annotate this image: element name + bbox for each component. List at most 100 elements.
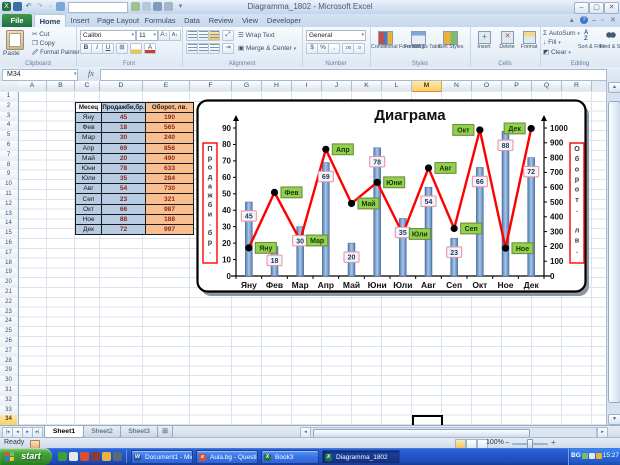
delete-button[interactable]: Delete bbox=[496, 44, 518, 50]
tab-insert[interactable]: Insert bbox=[66, 14, 94, 27]
conditional-formatting-button[interactable]: Conditional Formatting bbox=[371, 44, 403, 50]
scroll-up-icon[interactable]: ▲ bbox=[608, 82, 620, 93]
close-button[interactable]: ✕ bbox=[604, 2, 619, 14]
vertical-scrollbar[interactable]: ▲ ▼ bbox=[606, 81, 620, 425]
comma-icon[interactable]: , bbox=[328, 43, 340, 54]
task-button-diagramma[interactable]: XDiagramma_1802 bbox=[322, 450, 400, 464]
grid-body[interactable]: 1234567891011121314151617181920212223242… bbox=[0, 92, 606, 425]
tab-home[interactable]: Home bbox=[34, 14, 66, 28]
table-cell: 69 bbox=[102, 143, 146, 153]
merge-center-button[interactable]: ▣ Merge & Center ▾ bbox=[238, 44, 296, 52]
minimize-button[interactable]: – bbox=[574, 2, 589, 14]
column-header-E[interactable]: E bbox=[143, 81, 190, 91]
cut-button[interactable]: ✂ Cut bbox=[32, 30, 49, 38]
zoom-out-icon[interactable]: − bbox=[505, 439, 510, 447]
orientation-icon[interactable]: ⤢ bbox=[222, 30, 234, 41]
column-header-D[interactable]: D bbox=[100, 81, 143, 91]
tray-icon-3[interactable] bbox=[596, 453, 602, 459]
group-font: Calibri 11 A↑ A↓ B I U ⊞ A Font bbox=[76, 27, 183, 67]
task-button-browser[interactable]: eAula.bg - Question -... bbox=[196, 450, 258, 464]
column-header-G[interactable]: G bbox=[232, 81, 262, 91]
indent-icon[interactable]: ⇥ bbox=[222, 43, 234, 54]
column-header-L[interactable]: L bbox=[382, 81, 412, 91]
name-box-dropdown-icon[interactable]: ▾ bbox=[74, 71, 77, 77]
borders-icon[interactable]: ⊞ bbox=[116, 43, 128, 54]
formula-input[interactable] bbox=[100, 69, 607, 81]
tab-view[interactable]: View bbox=[238, 14, 262, 27]
paste-button[interactable]: Paste bbox=[3, 50, 20, 57]
column-header-O[interactable]: O bbox=[472, 81, 502, 91]
font-name-combo[interactable]: Calibri bbox=[80, 30, 136, 41]
insert-button[interactable]: Insert bbox=[473, 44, 495, 50]
sort-filter-button[interactable]: Sort & Filter bbox=[578, 44, 602, 50]
tab-review[interactable]: Review bbox=[206, 14, 236, 27]
chart[interactable]: Диаграма01020304050607080900100200300400… bbox=[196, 99, 592, 299]
column-header-M[interactable]: M bbox=[412, 81, 442, 92]
column-header-N[interactable]: N bbox=[442, 81, 472, 91]
find-select-button[interactable]: Find & Select bbox=[600, 44, 620, 50]
selected-cell[interactable] bbox=[412, 415, 443, 425]
column-header-I[interactable]: I bbox=[292, 81, 322, 91]
workbook-restore-icon[interactable]: ▫ bbox=[601, 16, 603, 25]
autosum-button[interactable]: Σ AutoSum ▾ bbox=[543, 30, 580, 37]
wrap-text-button[interactable]: ☰ Wrap Text bbox=[238, 31, 275, 39]
column-header-Q[interactable]: Q bbox=[532, 81, 562, 91]
font-color-icon[interactable]: A bbox=[144, 43, 156, 54]
maximize-button[interactable]: ▢ bbox=[589, 2, 604, 14]
shrink-font-icon[interactable]: A↓ bbox=[169, 30, 181, 41]
fill-color-icon[interactable] bbox=[130, 43, 142, 54]
quick-launch-icon-6[interactable] bbox=[113, 452, 122, 461]
workbook-close-icon[interactable]: ✕ bbox=[610, 16, 616, 25]
scroll-down-icon[interactable]: ▼ bbox=[608, 414, 620, 425]
column-header-F[interactable]: F bbox=[190, 81, 232, 91]
align-right-icon[interactable] bbox=[208, 43, 220, 54]
tray-icon-2[interactable] bbox=[589, 453, 595, 459]
quick-launch-icon-4[interactable] bbox=[91, 452, 100, 461]
tab-formulas[interactable]: Formulas bbox=[142, 14, 178, 27]
number-format-combo[interactable]: General bbox=[306, 30, 366, 41]
column-header-H[interactable]: H bbox=[262, 81, 292, 91]
sheet-tab-1[interactable]: Sheet1 bbox=[44, 426, 84, 438]
format-as-table-button[interactable]: Format as Table bbox=[404, 44, 434, 50]
group-cells: + Insert ✕ Delete Format Cells bbox=[470, 27, 541, 67]
quick-launch-icon-5[interactable] bbox=[102, 452, 111, 461]
column-header-J[interactable]: J bbox=[322, 81, 352, 91]
fill-button[interactable]: ↓ Fill ▾ bbox=[543, 39, 561, 46]
tab-data[interactable]: Data bbox=[180, 14, 204, 27]
workbook-minimize-icon[interactable]: – bbox=[592, 16, 596, 25]
select-all-corner[interactable] bbox=[0, 81, 19, 91]
column-header-K[interactable]: K bbox=[352, 81, 382, 91]
copy-button[interactable]: ❐ Copy bbox=[32, 39, 55, 47]
clear-button[interactable]: ◩ Clear ▾ bbox=[543, 48, 571, 56]
language-indicator[interactable]: BG bbox=[571, 452, 581, 459]
column-header-B[interactable]: B bbox=[47, 81, 75, 91]
vertical-scroll-thumb[interactable] bbox=[608, 101, 620, 403]
help-icon[interactable]: ? bbox=[580, 16, 588, 24]
minimize-ribbon-icon[interactable]: ▴ bbox=[570, 16, 574, 25]
column-header-A[interactable]: A bbox=[18, 81, 47, 91]
quick-launch-icon-2[interactable] bbox=[69, 452, 78, 461]
format-button[interactable]: Format bbox=[518, 44, 540, 50]
format-painter-button[interactable]: 🖉 Format Painter bbox=[32, 48, 80, 58]
cell-styles-button[interactable]: Cell Styles bbox=[436, 44, 466, 50]
column-header-C[interactable]: C bbox=[75, 81, 100, 91]
quick-launch-icon-3[interactable] bbox=[80, 452, 89, 461]
task-button-word[interactable]: WDocument1 - Microsof... bbox=[131, 450, 193, 464]
decrease-decimal-icon[interactable]: .0 bbox=[353, 43, 365, 54]
start-button[interactable]: start bbox=[0, 448, 52, 465]
row-header-34[interactable]: 34 bbox=[0, 415, 17, 425]
tray-icon-1[interactable] bbox=[582, 453, 588, 459]
column-header-P[interactable]: P bbox=[502, 81, 532, 91]
font-size-combo[interactable]: 11 bbox=[136, 30, 158, 41]
quick-launch-icon-1[interactable] bbox=[58, 452, 67, 461]
column-header-R[interactable]: R bbox=[562, 81, 592, 91]
zoom-level[interactable]: 100% bbox=[486, 439, 504, 446]
tab-file[interactable]: File bbox=[2, 14, 32, 27]
align-bottom-icon[interactable] bbox=[208, 30, 220, 41]
underline-button[interactable]: U bbox=[102, 43, 114, 54]
tab-developer[interactable]: Developer bbox=[264, 14, 304, 27]
task-button-book3[interactable]: XBook3 bbox=[261, 450, 319, 464]
zoom-in-icon[interactable]: + bbox=[551, 439, 556, 447]
tab-page-layout[interactable]: Page Layout bbox=[96, 14, 140, 27]
name-box[interactable]: M34 bbox=[2, 69, 78, 81]
